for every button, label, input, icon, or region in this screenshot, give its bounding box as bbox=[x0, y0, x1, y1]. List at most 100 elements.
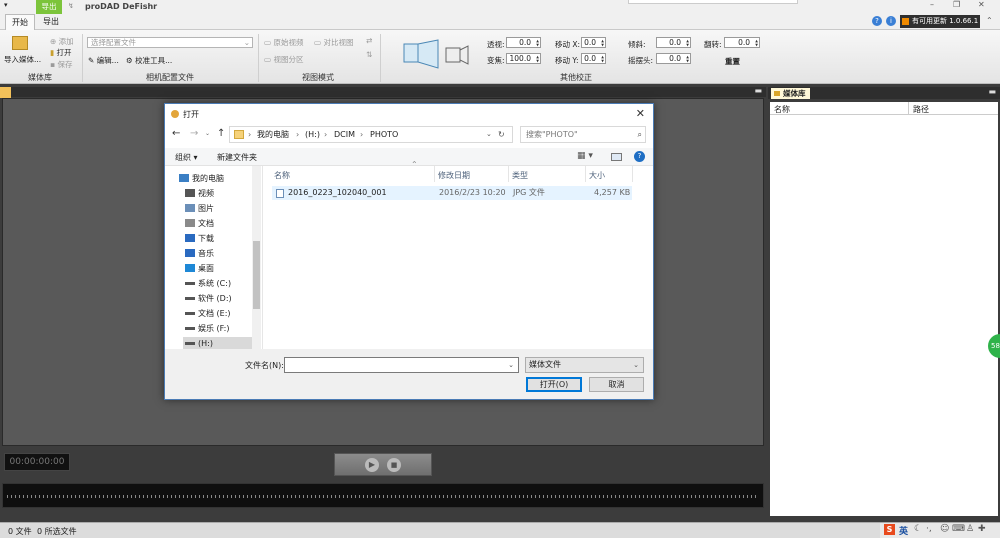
ime-logo-icon[interactable]: S bbox=[884, 524, 895, 535]
close-button[interactable]: ✕ bbox=[978, 0, 985, 9]
nav-item[interactable]: 系统 (C:) bbox=[185, 277, 231, 291]
keyboard-icon[interactable]: ⌨ bbox=[952, 524, 965, 534]
ribbon-collapse-icon[interactable]: ⌃ bbox=[986, 16, 993, 25]
folder-icon bbox=[774, 91, 780, 96]
rotate-spinner[interactable]: 0.0 bbox=[724, 37, 760, 48]
view-original-button[interactable]: ▭ 原始视频 bbox=[264, 37, 303, 48]
move-y-spinner[interactable]: 0.0 bbox=[581, 53, 606, 64]
view-toggle-icon[interactable]: ⇄ bbox=[366, 36, 372, 45]
perspective-spinner[interactable]: 0.0 bbox=[506, 37, 541, 48]
breadcrumb-item[interactable]: 我的电脑 bbox=[257, 127, 289, 142]
nav-item[interactable]: 桌面 bbox=[185, 262, 214, 276]
nav-item[interactable]: 文档 (E:) bbox=[185, 307, 231, 321]
view-options-icon[interactable]: ▦ ▾ bbox=[577, 151, 593, 161]
panel-maximize-icon[interactable]: ▬ bbox=[988, 87, 996, 96]
back-arrow-icon[interactable]: ← bbox=[172, 128, 180, 139]
edit-button[interactable]: ✎ 编辑... bbox=[88, 55, 119, 66]
organize-button[interactable]: 组织 ▾ bbox=[175, 152, 198, 163]
zoom-spinner[interactable]: 100.0 bbox=[506, 53, 541, 64]
nav-item[interactable]: 下载 bbox=[185, 232, 214, 246]
toolbox-icon[interactable]: ✚ bbox=[978, 524, 986, 534]
ime-language[interactable]: 英 bbox=[899, 524, 908, 537]
forward-arrow-icon[interactable]: → bbox=[190, 128, 198, 139]
breadcrumb-item[interactable]: (H:) bbox=[305, 127, 320, 142]
app-title: proDAD DeFishr bbox=[85, 2, 158, 11]
pan-spinner[interactable]: 0.0 bbox=[656, 53, 691, 64]
update-badge[interactable]: 有可用更新 1.0.66.1 bbox=[900, 15, 980, 28]
breadcrumb-item[interactable]: DCIM bbox=[334, 127, 355, 142]
file-type-select[interactable]: 媒体文件 ⌄ bbox=[525, 357, 644, 373]
nav-item[interactable]: 软件 (D:) bbox=[185, 292, 232, 306]
punctuation-icon[interactable]: ·, bbox=[926, 524, 932, 534]
scrollbar-thumb[interactable] bbox=[253, 241, 260, 309]
open-button[interactable]: 打开(O) bbox=[526, 377, 582, 392]
nav-item[interactable]: (H:) bbox=[183, 337, 255, 349]
status-file-count: 0 文件 bbox=[8, 527, 32, 536]
nav-scrollbar[interactable] bbox=[252, 166, 261, 349]
tab-export[interactable]: 导出 bbox=[37, 14, 65, 30]
status-selected-count: 0 所选文件 bbox=[37, 527, 77, 536]
view-compare-button[interactable]: ▭ 对比视图 bbox=[314, 37, 353, 48]
media-library-tab[interactable]: 媒体库 bbox=[771, 88, 810, 99]
column-name[interactable]: 名称 bbox=[274, 170, 290, 181]
nav-item-label: 图片 bbox=[198, 204, 214, 213]
search-input[interactable]: 搜索"PHOTO" ⌕ bbox=[520, 126, 646, 143]
filename-input[interactable]: ⌄ bbox=[284, 357, 519, 373]
column-date[interactable]: 修改日期 bbox=[438, 170, 470, 181]
recent-chevron-icon[interactable]: ⌄ bbox=[205, 130, 210, 137]
move-x-spinner[interactable]: 0.0 bbox=[581, 37, 606, 48]
media-list-header: 名称 路径 bbox=[770, 102, 998, 115]
nav-item[interactable]: 图片 bbox=[185, 202, 214, 216]
nav-item[interactable]: 我的电脑 bbox=[179, 172, 224, 186]
stop-icon[interactable]: ■ bbox=[387, 458, 401, 472]
timeline[interactable] bbox=[2, 483, 764, 508]
preview-pane-icon[interactable] bbox=[611, 153, 622, 161]
tab-start[interactable]: 开始 bbox=[5, 14, 35, 30]
file-row[interactable]: 2016_0223_102040_001 2016/2/23 10:20 JPG… bbox=[272, 186, 632, 200]
config-select[interactable]: 选择配置文件 ⌄ bbox=[87, 37, 253, 48]
nav-item[interactable]: 视频 bbox=[185, 187, 214, 201]
nav-item[interactable]: 娱乐 (F:) bbox=[185, 322, 229, 336]
panel-maximize-icon[interactable]: ▬ bbox=[754, 86, 762, 95]
column-type[interactable]: 类型 bbox=[512, 170, 528, 181]
panel-tab-icon[interactable] bbox=[0, 87, 11, 98]
help-icon[interactable]: ? bbox=[872, 16, 882, 26]
export-quick-tab[interactable]: 导出 bbox=[36, 0, 62, 14]
breadcrumb-item[interactable]: PHOTO bbox=[370, 127, 398, 142]
view-toggle-icon[interactable]: ⇅ bbox=[366, 50, 372, 59]
nav-item-label: 视频 bbox=[198, 189, 214, 198]
play-icon[interactable]: ▶ bbox=[365, 458, 379, 472]
documents-folder-icon bbox=[185, 219, 195, 227]
info-icon[interactable]: i bbox=[886, 16, 896, 26]
maximize-button[interactable]: ❐ bbox=[953, 0, 960, 9]
column-name[interactable]: 名称 bbox=[774, 104, 790, 115]
add-button[interactable]: ⊕ 添加 bbox=[50, 36, 74, 47]
chevron-down-icon[interactable]: ⌄ bbox=[486, 127, 492, 142]
save-button[interactable]: ▪ 保存 bbox=[50, 59, 72, 70]
breadcrumb[interactable]: › 我的电脑 › (H:) › DCIM › PHOTO ⌄ ↻ bbox=[229, 126, 513, 143]
column-path[interactable]: 路径 bbox=[913, 104, 929, 115]
reset-button[interactable]: 重置 bbox=[725, 56, 740, 67]
chevron-down-icon[interactable]: ⌄ bbox=[508, 358, 514, 372]
view-split-button[interactable]: ▭ 视图分区 bbox=[264, 54, 303, 65]
up-arrow-icon[interactable]: ↑ bbox=[217, 128, 225, 139]
tilt-spinner[interactable]: 0.0 bbox=[656, 37, 691, 48]
skin-icon[interactable]: ♙ bbox=[966, 524, 974, 534]
help-icon[interactable]: ? bbox=[634, 151, 645, 162]
nav-item[interactable]: 文档 bbox=[185, 217, 214, 231]
dialog-close-icon[interactable]: ✕ bbox=[636, 107, 645, 120]
app-menu-icon[interactable]: ▾ bbox=[4, 1, 8, 9]
quick-access-icon[interactable]: ↯ bbox=[68, 2, 74, 10]
open-button[interactable]: ▮ 打开 bbox=[50, 47, 72, 58]
group-correction-label: 其他校正 bbox=[560, 73, 592, 82]
cancel-button[interactable]: 取消 bbox=[589, 377, 644, 392]
minimize-button[interactable]: – bbox=[930, 0, 934, 9]
column-size[interactable]: 大小 bbox=[589, 170, 605, 181]
calibrate-button[interactable]: ⚙ 校准工具... bbox=[126, 55, 172, 66]
refresh-icon[interactable]: ↻ bbox=[498, 127, 505, 142]
moon-icon[interactable]: ☾ bbox=[914, 524, 922, 534]
new-folder-button[interactable]: 新建文件夹 bbox=[217, 152, 257, 163]
emoji-icon[interactable]: ☺ bbox=[940, 524, 949, 534]
import-media-button[interactable]: 导入媒体... bbox=[4, 54, 41, 65]
nav-item[interactable]: 音乐 bbox=[185, 247, 214, 261]
